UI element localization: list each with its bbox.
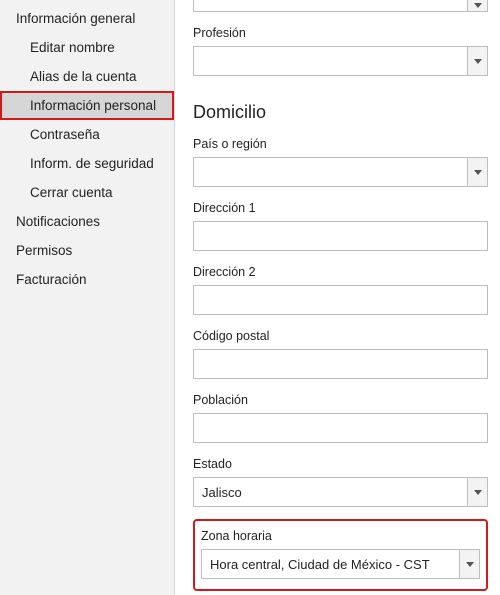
select-pais[interactable] xyxy=(193,157,488,187)
select-zona-horaria[interactable]: Hora central, Ciudad de México - CST xyxy=(201,549,480,579)
select-zona-horaria-value: Hora central, Ciudad de México - CST xyxy=(210,557,430,572)
sidebar-item-label: Contraseña xyxy=(30,127,100,142)
sidebar-item-info-personal[interactable]: Información personal xyxy=(0,91,174,120)
sidebar-item-label: Cerrar cuenta xyxy=(30,185,113,200)
gender-select-value: Hombre xyxy=(202,0,248,2)
label-pais: País o región xyxy=(193,137,488,151)
label-estado: Estado xyxy=(193,457,488,471)
sidebar-item-cerrar[interactable]: Cerrar cuenta xyxy=(0,178,174,207)
field-poblacion: Población xyxy=(193,393,488,443)
sidebar-item-label: Alias de la cuenta xyxy=(30,69,137,84)
sidebar-item-seguridad[interactable]: Inform. de seguridad xyxy=(0,149,174,178)
select-estado[interactable]: Jalisco xyxy=(193,477,488,507)
sidebar-item-editar-nombre[interactable]: Editar nombre xyxy=(0,33,174,62)
sidebar-item-label: Información general xyxy=(16,11,135,26)
sidebar-item-label: Notificaciones xyxy=(16,214,100,229)
label-profesion: Profesión xyxy=(193,26,488,40)
sidebar-item-label: Permisos xyxy=(16,243,72,258)
label-poblacion: Población xyxy=(193,393,488,407)
sidebar-item-contrasena[interactable]: Contraseña xyxy=(0,120,174,149)
label-direccion2: Dirección 2 xyxy=(193,265,488,279)
sidebar-item-label: Editar nombre xyxy=(30,40,115,55)
field-direccion1: Dirección 1 xyxy=(193,201,488,251)
field-estado: Estado Jalisco xyxy=(193,457,488,507)
select-profesion[interactable] xyxy=(193,46,488,76)
chevron-down-icon xyxy=(467,0,487,11)
input-poblacion[interactable] xyxy=(193,413,488,443)
field-codigo-postal: Código postal xyxy=(193,329,488,379)
heading-domicilio: Domicilio xyxy=(193,102,488,123)
chevron-down-icon xyxy=(467,158,487,186)
sidebar-item-permisos[interactable]: Permisos xyxy=(0,236,174,265)
gender-select[interactable]: Hombre xyxy=(193,0,488,12)
sidebar-item-notificaciones[interactable]: Notificaciones xyxy=(0,207,174,236)
sidebar: Información general Editar nombre Alias … xyxy=(0,0,175,595)
chevron-down-icon xyxy=(467,478,487,506)
sidebar-item-label: Facturación xyxy=(16,272,87,287)
sidebar-item-info-general[interactable]: Información general xyxy=(0,4,174,33)
sidebar-item-facturacion[interactable]: Facturación xyxy=(0,265,174,294)
input-direccion2[interactable] xyxy=(193,285,488,315)
form-panel: Hombre Profesión Domicilio País o región… xyxy=(175,0,500,595)
label-zona-horaria: Zona horaria xyxy=(201,529,480,543)
sidebar-item-label: Información personal xyxy=(30,98,156,113)
label-direccion1: Dirección 1 xyxy=(193,201,488,215)
field-pais: País o región xyxy=(193,137,488,187)
field-profesion: Profesión xyxy=(193,26,488,76)
label-codigo-postal: Código postal xyxy=(193,329,488,343)
sidebar-item-label: Inform. de seguridad xyxy=(30,156,154,171)
input-direccion1[interactable] xyxy=(193,221,488,251)
field-zona-horaria-highlight: Zona horaria Hora central, Ciudad de Méx… xyxy=(193,519,488,591)
chevron-down-icon xyxy=(467,47,487,75)
chevron-down-icon xyxy=(459,550,479,578)
sidebar-item-alias[interactable]: Alias de la cuenta xyxy=(0,62,174,91)
select-estado-value: Jalisco xyxy=(202,485,242,500)
input-codigo-postal[interactable] xyxy=(193,349,488,379)
field-direccion2: Dirección 2 xyxy=(193,265,488,315)
